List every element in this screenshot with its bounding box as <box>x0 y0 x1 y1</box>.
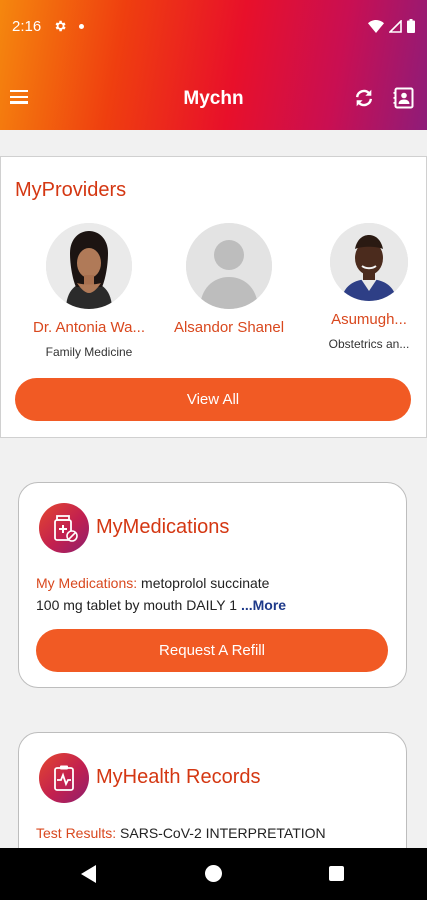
refresh-icon[interactable] <box>353 87 375 109</box>
status-bar: 2:16 <box>0 0 427 52</box>
test-results-text: SARS-CoV-2 INTERPRETATION <box>116 825 326 841</box>
my-providers-card: MyProviders Dr. Antonia Wa... Family Med… <box>0 156 427 438</box>
medications-label: My Medications: <box>36 575 138 591</box>
default-avatar-icon <box>186 223 272 309</box>
my-medications-title: MyMedications <box>96 516 230 538</box>
my-providers-title: MyProviders <box>15 179 127 201</box>
provider-specialty: Family Medicine <box>45 345 133 359</box>
provider-item[interactable]: Dr. Antonia Wa... Family Medicine <box>24 223 154 359</box>
provider-avatar <box>330 223 408 301</box>
header-bar: 2:16 Mychn <box>0 0 427 130</box>
medication-summary: My Medications: metoprolol succinate 100… <box>36 572 376 616</box>
back-icon[interactable] <box>81 865 96 883</box>
provider-item[interactable]: Alsandor Shanel <box>164 223 294 345</box>
wifi-icon <box>368 19 384 33</box>
recent-apps-icon[interactable] <box>329 866 344 881</box>
medication-text-line1: metoprolol succinate <box>137 575 270 591</box>
contact-card-icon[interactable] <box>392 86 416 110</box>
provider-name: Dr. Antonia Wa... <box>33 319 145 336</box>
my-health-records-title: MyHealth Records <box>96 766 261 788</box>
provider-item[interactable]: Asumugh... Obstetrics an... <box>304 223 427 351</box>
battery-icon <box>407 19 415 33</box>
status-time: 2:16 <box>12 17 42 35</box>
medication-bottle-icon <box>39 503 89 553</box>
test-results-label: Test Results: <box>36 825 117 841</box>
medication-text-line2: 100 mg tablet by mouth DAILY 1 <box>36 597 241 613</box>
provider-avatar <box>46 223 132 309</box>
provider-name: Alsandor Shanel <box>173 319 285 336</box>
menu-icon[interactable] <box>10 90 28 104</box>
system-navigation-bar <box>0 848 427 900</box>
signal-icon <box>389 19 402 33</box>
my-medications-card[interactable]: MyMedications My Medications: metoprolol… <box>18 482 407 688</box>
provider-name: Asumugh... <box>331 311 407 328</box>
view-all-button[interactable]: View All <box>15 378 411 421</box>
provider-specialty: Obstetrics an... <box>328 337 410 351</box>
home-icon[interactable] <box>205 865 222 882</box>
health-record-summary: Test Results: SARS-CoV-2 INTERPRETATION <box>36 822 376 844</box>
more-link[interactable]: ...More <box>241 597 286 613</box>
notification-dot-icon <box>79 23 85 29</box>
request-refill-button[interactable]: Request A Refill <box>36 629 388 672</box>
app-bar: Mychn <box>0 76 427 122</box>
settings-gear-icon <box>55 20 66 32</box>
health-record-clipboard-icon <box>39 753 89 803</box>
